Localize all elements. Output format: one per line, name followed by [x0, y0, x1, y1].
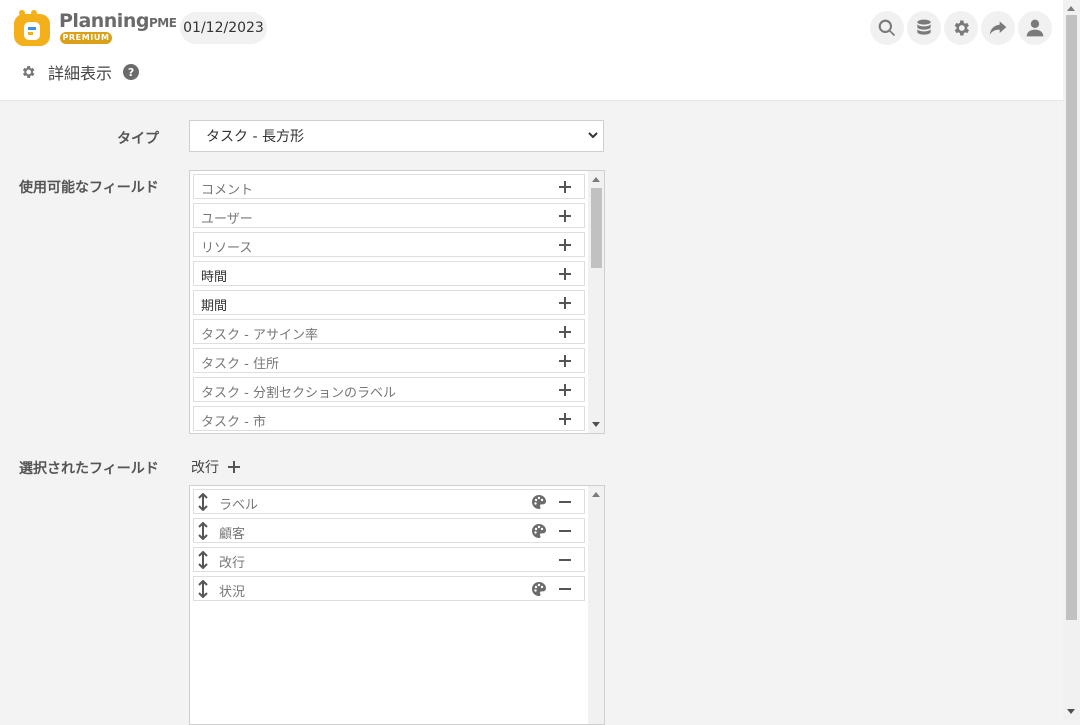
type-label: タイプ [117, 131, 159, 147]
type-select[interactable]: タスク - 長方形 [189, 120, 604, 152]
premium-badge: PREMIUM [60, 32, 112, 44]
app-header: PlanningPME PREMIUM 01/12/2023 詳細表示 ? [0, 0, 1063, 101]
list-item[interactable]: リソース [193, 232, 585, 257]
selected-fields-list[interactable]: ラベル 顧客 改行 状況 [189, 485, 605, 725]
chevron-down-icon [588, 132, 598, 139]
user-button[interactable] [1018, 11, 1052, 45]
planningpme-logo [14, 10, 50, 46]
list-item[interactable]: タスク - 市 [193, 406, 585, 431]
list-item[interactable]: 時間 [193, 261, 585, 286]
database-icon [917, 19, 931, 35]
list-item[interactable]: タスク - アサイン率 [193, 319, 585, 344]
plus-icon[interactable] [227, 460, 241, 474]
available-list-scrollbar[interactable] [588, 171, 604, 433]
settings-button[interactable] [944, 11, 978, 45]
list-item[interactable]: ラベル [193, 489, 585, 514]
palette-icon[interactable] [531, 494, 547, 510]
type-select-value: タスク - 長方形 [206, 129, 304, 145]
scroll-up-icon[interactable] [1067, 6, 1075, 11]
share-icon [989, 21, 1007, 35]
palette-icon[interactable] [531, 581, 547, 597]
list-item[interactable]: 期間 [193, 290, 585, 315]
drag-handle-icon[interactable] [198, 580, 208, 598]
scroll-up-icon[interactable] [592, 177, 600, 182]
drag-handle-icon[interactable] [198, 551, 208, 569]
minus-icon[interactable] [558, 582, 572, 596]
scrollbar-thumb[interactable] [591, 188, 602, 268]
palette-icon[interactable] [531, 523, 547, 539]
minus-icon[interactable] [558, 524, 572, 538]
logo-text: PlanningPME [59, 10, 177, 32]
gear-icon[interactable] [20, 64, 36, 80]
plus-icon[interactable] [558, 267, 572, 281]
scroll-up-icon[interactable] [592, 492, 600, 497]
add-newline-control[interactable]: 改行 [191, 457, 241, 477]
list-item[interactable]: タスク - 分割セクションのラベル [193, 377, 585, 402]
plus-icon[interactable] [558, 238, 572, 252]
page-title: 詳細表示 [48, 64, 113, 83]
plus-icon[interactable] [558, 180, 572, 194]
list-item[interactable]: コメント [193, 174, 585, 199]
list-item[interactable]: タスク - 住所 [193, 348, 585, 373]
drag-handle-icon[interactable] [198, 493, 208, 511]
scrollbar-thumb[interactable] [1066, 15, 1077, 620]
plus-icon[interactable] [558, 296, 572, 310]
plus-icon[interactable] [558, 209, 572, 223]
plus-icon[interactable] [558, 325, 572, 339]
available-fields-label: 使用可能なフィールド [19, 180, 159, 196]
search-button[interactable] [870, 11, 904, 45]
list-item[interactable]: 改行 [193, 547, 585, 572]
share-button[interactable] [981, 11, 1015, 45]
minus-icon[interactable] [558, 495, 572, 509]
available-fields-list[interactable]: コメント ユーザー リソース 時間 期間 タスク - アサイン率 タスク - 住… [189, 170, 605, 434]
list-item[interactable]: 顧客 [193, 518, 585, 543]
scroll-down-icon[interactable] [1067, 709, 1075, 714]
list-item[interactable]: ユーザー [193, 203, 585, 228]
search-icon [878, 19, 896, 37]
gear-icon [954, 20, 969, 36]
plus-icon[interactable] [558, 412, 572, 426]
plus-icon[interactable] [558, 354, 572, 368]
list-item[interactable]: 状況 [193, 576, 585, 601]
database-button[interactable] [907, 11, 941, 45]
minus-icon[interactable] [558, 553, 572, 567]
user-icon [1026, 19, 1044, 37]
scroll-down-icon[interactable] [592, 422, 600, 427]
newline-label: 改行 [191, 460, 219, 476]
help-icon[interactable]: ? [123, 64, 140, 80]
date-display[interactable]: 01/12/2023 [180, 12, 267, 44]
selected-fields-label: 選択されたフィールド [19, 461, 159, 477]
plus-icon[interactable] [558, 383, 572, 397]
view-title-bar: 詳細表示 ? [20, 60, 140, 84]
drag-handle-icon[interactable] [198, 522, 208, 540]
page-scrollbar[interactable] [1063, 0, 1080, 720]
selected-list-scrollbar[interactable] [588, 486, 604, 724]
